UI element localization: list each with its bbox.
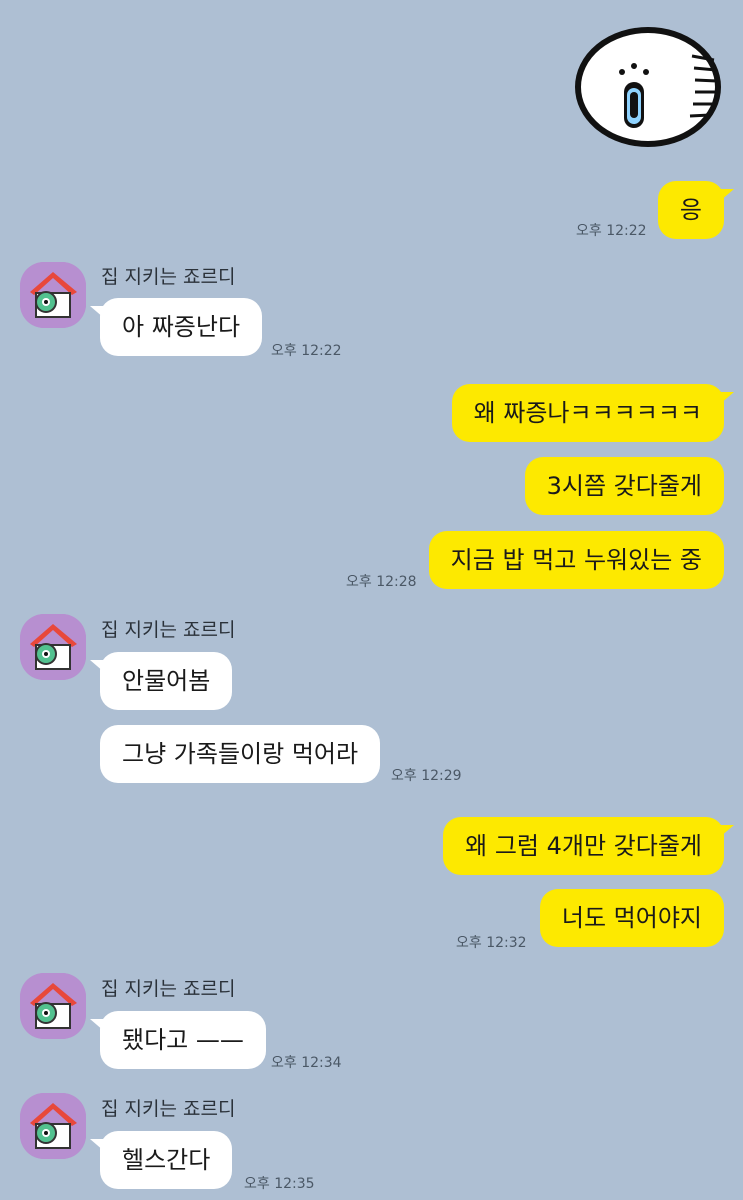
contact-avatar[interactable]	[20, 1093, 86, 1159]
jordy-house-avatar-icon	[20, 973, 86, 1039]
message-time: 오후 12:35	[244, 1176, 315, 1192]
contact-name: 집 지키는 죠르디	[101, 619, 236, 641]
their-message-bubble[interactable]: 그냥 가족들이랑 먹어라	[100, 725, 381, 783]
screaming-face-sticker-icon[interactable]	[574, 26, 722, 148]
my-message-bubble[interactable]: 지금 밥 먹고 누워있는 중	[428, 531, 724, 589]
their-message-bubble[interactable]: 됐다고 ——	[90, 1011, 266, 1069]
their-message-bubble[interactable]: 아 짜증난다	[89, 298, 263, 356]
message-time: 오후 12:34	[271, 1055, 342, 1071]
my-message-bubble[interactable]: 왜 그럼 4개만 갖다줄게	[443, 817, 734, 875]
contact-name: 집 지키는 죠르디	[101, 266, 236, 288]
contact-avatar[interactable]	[20, 614, 86, 680]
message-time: 오후 12:32	[456, 935, 527, 951]
contact-name: 집 지키는 죠르디	[101, 978, 236, 1000]
their-message-bubble[interactable]: 헬스간다	[89, 1131, 233, 1189]
my-message-bubble[interactable]: 3시쯤 갖다줄게	[524, 457, 724, 515]
message-time: 오후 12:22	[576, 223, 647, 239]
contact-avatar[interactable]	[20, 973, 86, 1039]
jordy-house-avatar-icon	[20, 1093, 86, 1159]
my-message-bubble[interactable]: 왜 짜증나ㅋㅋㅋㅋㅋㅋ	[451, 384, 735, 442]
jordy-house-avatar-icon	[20, 262, 86, 328]
my-message-bubble[interactable]: 너도 먹어야지	[539, 889, 724, 947]
my-message-bubble[interactable]: 응	[657, 181, 735, 239]
jordy-house-avatar-icon	[20, 614, 86, 680]
message-time: 오후 12:28	[346, 574, 417, 590]
chat-area[interactable]: 오후 12:22 응 집 지키는 죠르디 아 짜증난다 오후 12:22 왜 짜…	[0, 0, 743, 1200]
message-time: 오후 12:29	[391, 768, 462, 784]
their-message-bubble[interactable]: 안물어봄	[89, 652, 233, 710]
message-time: 오후 12:22	[271, 343, 342, 359]
contact-name: 집 지키는 죠르디	[101, 1098, 236, 1120]
contact-avatar[interactable]	[20, 262, 86, 328]
